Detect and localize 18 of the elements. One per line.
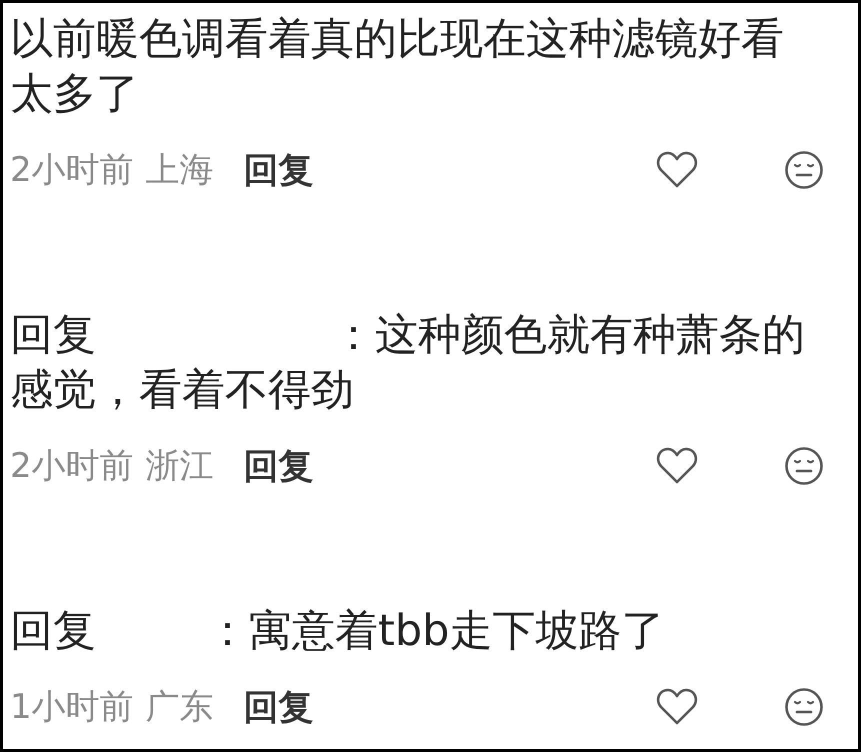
- neutral-face-icon[interactable]: [784, 446, 824, 486]
- comment-time: 2小时前: [10, 445, 134, 488]
- comment-text: 回复 ：寓意着tbb走下坡路了: [10, 605, 666, 658]
- neutral-face-icon[interactable]: [784, 687, 824, 727]
- like-icon[interactable]: [656, 447, 698, 485]
- comment-text: 以前暖色调看着真的比现在这种滤镜好看太多了: [10, 13, 785, 121]
- reply-link[interactable]: 回复: [244, 684, 314, 730]
- like-icon[interactable]: [656, 688, 698, 726]
- comment-time: 2小时前: [10, 149, 134, 192]
- neutral-face-icon[interactable]: [784, 150, 824, 190]
- like-icon[interactable]: [656, 151, 698, 189]
- reply-link[interactable]: 回复: [244, 442, 314, 490]
- comment-text: 回复 ：这种颜色就有种萧条的感觉，看着不得劲: [10, 309, 806, 417]
- comment-location: 浙江: [146, 445, 214, 488]
- comment-time: 1小时前: [10, 686, 134, 729]
- reply-link[interactable]: 回复: [244, 146, 314, 194]
- comment-location: 广东: [146, 686, 214, 729]
- comment-location: 上海: [146, 149, 214, 192]
